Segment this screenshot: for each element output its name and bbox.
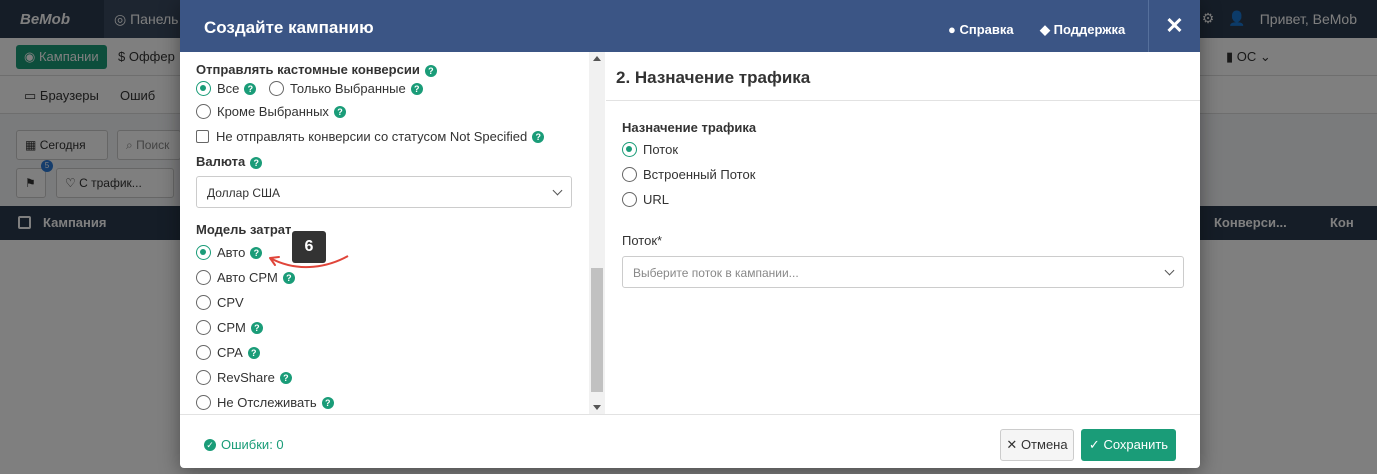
not-specified-checkbox-row[interactable]: Не отправлять конверсии со статусом Not … — [196, 129, 545, 144]
help-circle-icon[interactable]: ? — [250, 321, 263, 334]
save-button[interactable]: ✓ Сохранить — [1081, 429, 1176, 461]
custom-conversions-label-text: Отправлять кастомные конверсии — [196, 62, 420, 77]
help-link[interactable]: ● Справка — [948, 22, 1014, 37]
help-circle-icon[interactable]: ? — [424, 65, 437, 77]
custom-conv-option-all[interactable]: Все? — [196, 81, 257, 96]
cost-model-option-label: CPV — [217, 295, 244, 310]
errors-status-label: Ошибки: 0 — [221, 437, 284, 452]
currency-select[interactable]: Доллар США — [196, 176, 572, 208]
cancel-button[interactable]: ✕ Отмена — [1000, 429, 1074, 461]
destination-option-url[interactable]: URL — [622, 192, 669, 207]
destination-option-label: URL — [643, 192, 670, 207]
cost-model-label: Модель затрат — [196, 222, 292, 237]
cost-model-option-auto[interactable]: Авто? — [196, 245, 263, 260]
radio-button[interactable] — [196, 320, 211, 335]
custom-conv-option-label: Только Выбранные — [290, 81, 406, 96]
cost-model-option-cpa[interactable]: CPA? — [196, 345, 260, 360]
radio-button[interactable] — [269, 81, 284, 96]
radio-button[interactable] — [196, 345, 211, 360]
flow-select-placeholder: Выберите поток в кампании... — [633, 266, 799, 280]
help-label: Справка — [959, 22, 1014, 37]
radio-button[interactable] — [196, 81, 211, 96]
scrollbar-thumb[interactable] — [591, 268, 603, 392]
destination-option-label: Встроенный Поток — [643, 167, 756, 182]
cost-model-option-cpm[interactable]: CPM? — [196, 320, 263, 335]
destination-option-builtin-flow[interactable]: Встроенный Поток — [622, 167, 755, 182]
cost-model-option-cpv[interactable]: CPV — [196, 295, 244, 310]
chevron-down-icon — [552, 185, 563, 196]
help-circle-icon[interactable]: ? — [279, 371, 292, 384]
help-icon: ● — [948, 22, 956, 37]
check-circle-icon: ✓ — [204, 438, 216, 451]
close-icon: ✕ — [1006, 437, 1018, 452]
radio-button[interactable] — [196, 270, 211, 285]
help-circle-icon[interactable]: ? — [532, 130, 545, 143]
cost-model-option-label: RevShare — [217, 370, 275, 385]
errors-status: ✓ Ошибки: 0 — [204, 437, 284, 452]
destination-label: Назначение трафика — [622, 120, 757, 135]
custom-conversions-label: Отправлять кастомные конверсии? — [196, 62, 437, 77]
radio-button[interactable] — [622, 167, 637, 182]
radio-button[interactable] — [622, 142, 637, 157]
cancel-button-label: Отмена — [1020, 437, 1068, 452]
radio-button[interactable] — [196, 104, 211, 119]
currency-value: Доллар США — [207, 186, 281, 200]
custom-conv-option-label: Кроме Выбранных — [217, 104, 329, 119]
radio-button[interactable] — [196, 395, 211, 410]
destination-option-flow[interactable]: Поток — [622, 142, 678, 157]
check-icon: ✓ — [1088, 437, 1100, 452]
not-specified-checkbox[interactable] — [196, 130, 209, 143]
custom-conv-option-except[interactable]: Кроме Выбранных? — [196, 104, 346, 119]
traffic-destination-pane: 2. Назначение трафика Назначение трафика… — [606, 52, 1200, 414]
flow-select[interactable]: Выберите поток в кампании... — [622, 256, 1184, 288]
radio-button[interactable] — [196, 295, 211, 310]
cost-model-option-label: CPA — [217, 345, 243, 360]
help-circle-icon[interactable]: ? — [247, 346, 260, 359]
currency-label-text: Валюта — [196, 154, 246, 169]
help-circle-icon[interactable]: ? — [333, 105, 346, 118]
save-button-label: Сохранить — [1103, 437, 1169, 452]
currency-label: Валюта? — [196, 154, 263, 169]
radio-button[interactable] — [196, 370, 211, 385]
help-circle-icon[interactable]: ? — [250, 157, 263, 169]
cost-model-option-label: CPM — [217, 320, 246, 335]
annotation-arrow-icon — [269, 255, 349, 269]
chevron-down-icon — [1164, 265, 1175, 276]
modal-footer: ✓ Ошибки: 0 ✕ Отмена ✓ Сохранить — [180, 414, 1200, 468]
cost-model-option-no-tracking[interactable]: Не Отслеживать? — [196, 395, 334, 410]
help-circle-icon[interactable]: ? — [410, 82, 423, 95]
support-link[interactable]: ◆ Поддержка — [1040, 22, 1125, 38]
cost-model-option-label: Не Отслеживать — [217, 395, 317, 410]
not-specified-label: Не отправлять конверсии со статусом Not … — [216, 129, 528, 144]
flow-label: Поток* — [622, 233, 663, 248]
help-circle-icon[interactable]: ? — [244, 82, 257, 95]
help-circle-icon[interactable]: ? — [321, 396, 334, 409]
modal-title: Создайте кампанию — [204, 18, 374, 37]
section-title: 2. Назначение трафика — [616, 68, 811, 87]
cost-model-option-label: Авто — [217, 245, 246, 260]
create-campaign-modal: Создайте кампанию ● Справка ◆ Поддержка … — [180, 0, 1200, 468]
support-label: Поддержка — [1053, 22, 1126, 37]
custom-conv-option-selected[interactable]: Только Выбранные? — [269, 81, 423, 96]
left-pane-scrollbar[interactable] — [589, 52, 605, 414]
custom-conv-option-label: Все — [217, 81, 240, 96]
section-divider — [606, 100, 1200, 101]
scroll-down-arrow-icon[interactable] — [593, 405, 601, 410]
scroll-up-arrow-icon[interactable] — [593, 56, 601, 61]
modal-header: Создайте кампанию ● Справка ◆ Поддержка … — [180, 0, 1200, 52]
chat-icon: ◆ — [1040, 22, 1050, 37]
close-button[interactable]: ✕ — [1148, 0, 1200, 52]
radio-button[interactable] — [196, 245, 211, 260]
radio-button[interactable] — [622, 192, 637, 207]
destination-option-label: Поток — [643, 142, 679, 157]
cost-model-option-revshare[interactable]: RevShare? — [196, 370, 292, 385]
campaign-settings-pane: Отправлять кастомные конверсии? Все? Тол… — [180, 52, 605, 414]
